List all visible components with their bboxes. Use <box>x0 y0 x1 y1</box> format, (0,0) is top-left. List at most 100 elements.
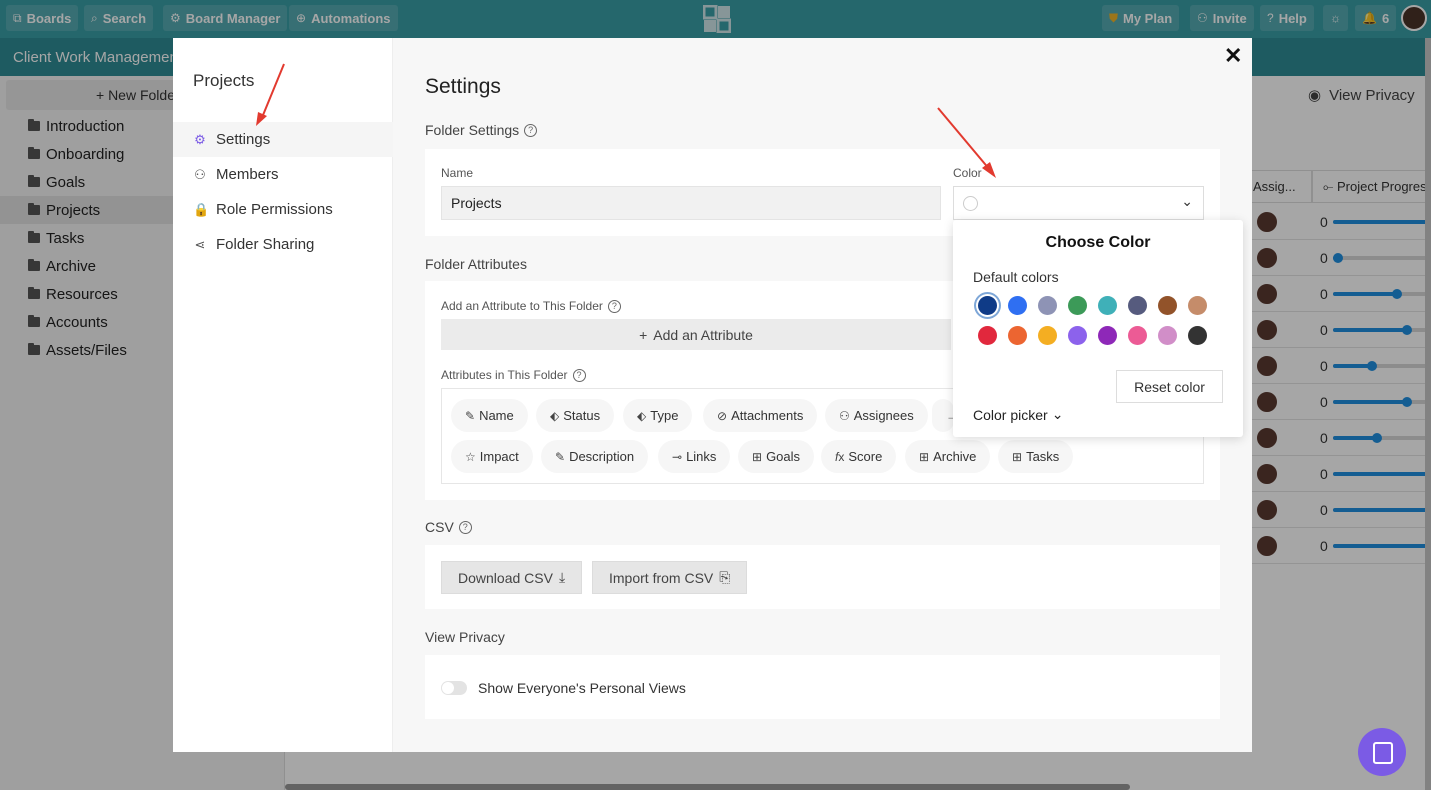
link-icon: ⊸ <box>672 449 683 464</box>
color-swatch[interactable] <box>1188 326 1207 345</box>
color-swatch[interactable] <box>1158 296 1177 315</box>
add-attribute-button[interactable]: + Add an Attribute <box>441 319 951 350</box>
attribute-chip-label: Impact <box>479 449 519 464</box>
csv-heading: CSV? <box>425 519 472 535</box>
download-csv-button[interactable]: Download CSV ⤓ <box>441 561 583 594</box>
color-swatch[interactable] <box>1008 326 1027 345</box>
color-picker-label: Color picker <box>973 406 1048 423</box>
chevron-down-icon: ⌄ <box>1181 193 1193 209</box>
attribute-chip-status[interactable]: ⬖ Status <box>536 399 615 432</box>
formula-icon: fx <box>835 449 845 464</box>
help-icon[interactable]: ? <box>572 368 586 382</box>
folder-name-input[interactable]: Projects <box>441 186 941 220</box>
nav-item-role-permissions[interactable]: 🔒 Role Permissions <box>173 192 393 227</box>
color-popover: Choose Color Default colors Reset color … <box>953 220 1243 437</box>
paperclip-icon: ⊘ <box>717 408 728 423</box>
color-swatch[interactable] <box>1158 326 1177 345</box>
attributes-in-folder-text: Attributes in This Folder <box>441 368 568 382</box>
attribute-chip-name[interactable]: ✎ Name <box>451 399 528 432</box>
nav-item-members[interactable]: ⚇ Members <box>173 157 393 192</box>
tag-icon: ⬖ <box>637 408 647 423</box>
attribute-chip-label: Description <box>569 449 635 464</box>
download-icon: ⤓ <box>558 569 566 585</box>
modal-nav: Projects ⚙ Settings ⚇ Members 🔒 Role Permis… <box>173 38 393 752</box>
nav-item-label: Members <box>216 166 279 183</box>
attribute-chip-label: Archive <box>933 449 977 464</box>
goals-icon: ⊞ <box>752 449 763 464</box>
add-attribute-label: Add an Attribute to This Folder? <box>441 299 621 313</box>
plus-icon: + <box>639 326 648 343</box>
pencil-icon: ✎ <box>555 449 566 464</box>
attribute-chip-tasks[interactable]: ⊞ Tasks <box>998 440 1074 473</box>
attribute-chip-links[interactable]: ⊸ Links <box>658 440 731 473</box>
relation-icon: ⊞ <box>919 449 930 464</box>
attribute-chip-label: Links <box>686 449 717 464</box>
color-swatch[interactable] <box>1008 296 1027 315</box>
page-title: Settings <box>425 75 501 98</box>
attribute-chip-partial[interactable]: → <box>932 399 954 432</box>
attribute-chip-label: Goals <box>766 449 801 464</box>
color-label: Color <box>953 166 982 180</box>
folder-settings-heading: Folder Settings? <box>425 122 538 138</box>
add-attribute-button-label: Add an Attribute <box>653 326 753 343</box>
nav-item-label: Folder Sharing <box>216 236 315 253</box>
import-csv-label: Import from CSV <box>609 569 714 586</box>
color-swatch[interactable] <box>1068 326 1087 345</box>
color-swatch[interactable] <box>1128 296 1147 315</box>
reset-color-button[interactable]: Reset color <box>1116 370 1223 403</box>
attribute-chip-impact[interactable]: ☆ Impact <box>451 440 533 473</box>
attribute-chip-archive[interactable]: ⊞ Archive <box>905 440 991 473</box>
attribute-chip-description[interactable]: ✎ Description <box>541 440 649 473</box>
view-privacy-heading: View Privacy <box>425 629 505 645</box>
attribute-chip-goals[interactable]: ⊞ Goals <box>738 440 815 473</box>
attribute-chip-label: Status <box>563 408 601 423</box>
nav-item-folder-sharing[interactable]: ⋖ Folder Sharing <box>173 227 393 262</box>
import-csv-button[interactable]: Import from CSV ⎘ <box>592 561 748 594</box>
star-icon: ☆ <box>465 449 476 464</box>
personal-views-label: Show Everyone's Personal Views <box>478 680 686 696</box>
attributes-in-folder-label: Attributes in This Folder? <box>441 368 586 382</box>
help-icon[interactable]: ? <box>458 520 472 534</box>
color-swatch[interactable] <box>1068 296 1087 315</box>
color-swatch[interactable] <box>1128 326 1147 345</box>
csv-heading-label: CSV <box>425 519 454 535</box>
color-preview <box>963 195 978 211</box>
share-icon: ⋖ <box>194 236 206 252</box>
attribute-chip-assignees[interactable]: ⚇ Assignees <box>825 399 928 432</box>
color-swatch[interactable] <box>1098 296 1117 315</box>
modal-nav-title: Projects <box>193 71 255 90</box>
color-swatch[interactable] <box>978 296 997 315</box>
tag-icon: ⬖ <box>550 408 560 423</box>
attribute-chip-label: Tasks <box>1026 449 1060 464</box>
attribute-chip-attachments[interactable]: ⊘ Attachments <box>703 399 818 432</box>
users-icon: ⚇ <box>839 408 850 423</box>
close-icon[interactable]: ✕ <box>1224 45 1242 67</box>
nav-item-settings[interactable]: ⚙ Settings <box>173 122 393 157</box>
color-popover-title: Choose Color <box>1045 234 1151 251</box>
attribute-chip-label: Name <box>479 408 514 423</box>
lock-icon: 🔒 <box>193 201 210 217</box>
attribute-chip-score[interactable]: fx Score <box>821 440 897 473</box>
nav-item-label: Role Permissions <box>216 201 333 218</box>
default-colors-label: Default colors <box>973 269 1059 285</box>
pencil-icon: ✎ <box>465 408 476 423</box>
add-attribute-label-text: Add an Attribute to This Folder <box>441 299 603 313</box>
file-import-icon: ⎘ <box>719 569 731 585</box>
user-icon: ⚇ <box>194 166 206 182</box>
help-icon[interactable]: ? <box>524 123 538 137</box>
color-picker-toggle[interactable]: Color picker ⌄ <box>973 406 1063 423</box>
help-icon[interactable]: ? <box>607 299 621 313</box>
name-label: Name <box>441 166 474 180</box>
color-swatch[interactable] <box>1098 326 1117 345</box>
attribute-chip-label: Score <box>848 449 883 464</box>
attribute-chip-type[interactable]: ⬖ Type <box>623 399 693 432</box>
chat-button[interactable] <box>1358 728 1406 776</box>
gear-icon: ⚙ <box>194 131 206 147</box>
color-select[interactable]: ⌄ <box>953 186 1204 220</box>
color-swatch[interactable] <box>1038 326 1057 345</box>
personal-views-toggle[interactable] <box>441 681 467 695</box>
color-swatch[interactable] <box>978 326 997 345</box>
color-swatch[interactable] <box>1038 296 1057 315</box>
folder-attributes-heading: Folder Attributes <box>425 256 527 272</box>
color-swatch[interactable] <box>1188 296 1207 315</box>
